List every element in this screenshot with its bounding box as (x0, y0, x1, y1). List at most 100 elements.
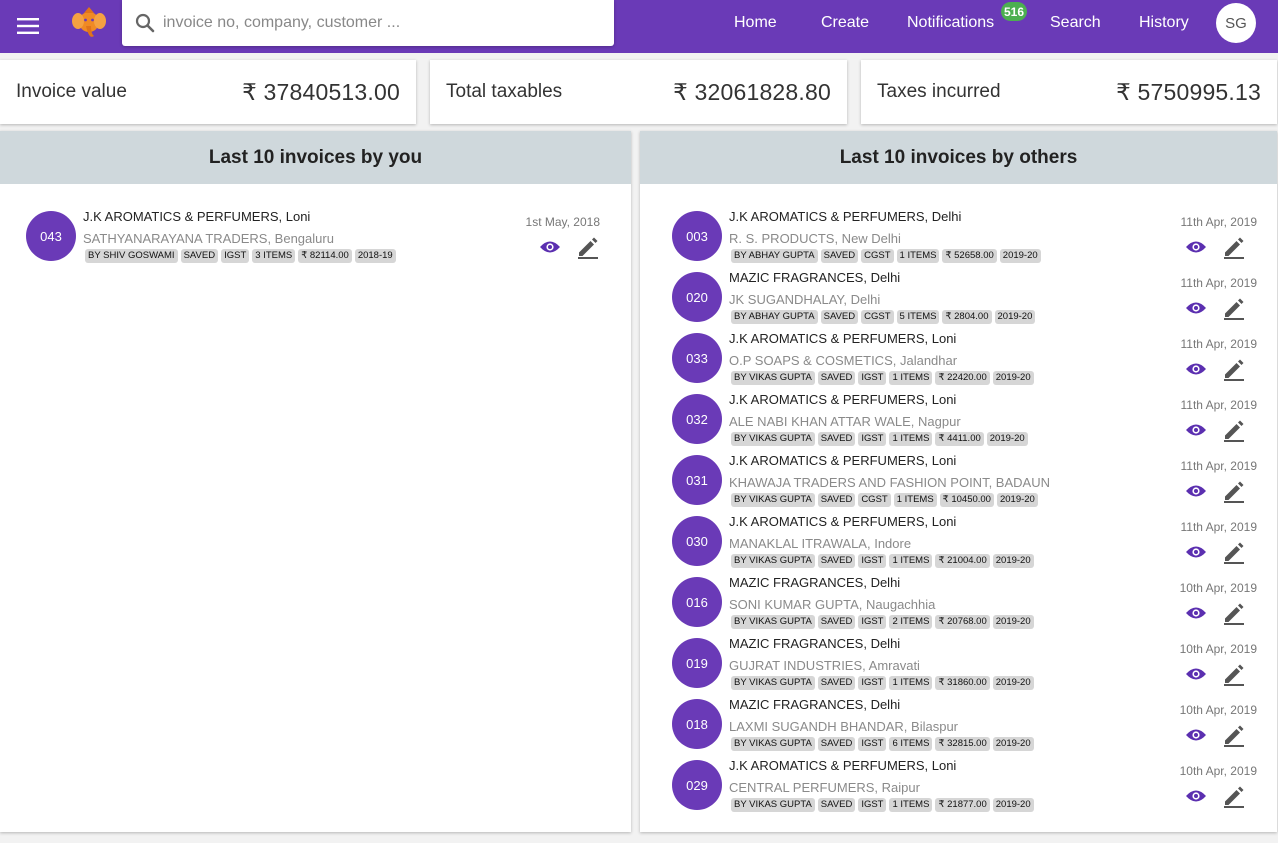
eye-icon[interactable] (1183, 783, 1209, 809)
search-icon[interactable] (135, 12, 157, 34)
invoice-chip: 1 ITEMS (893, 493, 937, 507)
invoice-chip: IGST (858, 554, 887, 568)
invoice-row[interactable]: 019 MAZIC FRAGRANCES, Delhi GUJRAT INDUSTR… (672, 636, 1257, 697)
invoice-chip: ₹ 20768.00 (935, 615, 990, 629)
invoice-chip: BY VIKAS GUPTA (731, 493, 815, 507)
invoice-chip: SAVED (817, 493, 856, 507)
pencil-icon[interactable] (1221, 356, 1247, 382)
invoice-number-avatar[interactable]: 018 (672, 699, 722, 749)
invoice-chips: BY ABHAY GUPTA SAVED CGST 5 ITEMS ₹ 2804.00 2… (731, 310, 1036, 324)
eye-icon[interactable] (1183, 539, 1209, 565)
invoice-chip: IGST (858, 676, 887, 690)
invoice-row[interactable]: 032 J.K AROMATICS & PERFUMERS, Loni ALE NA… (672, 392, 1257, 453)
eye-icon[interactable] (1183, 234, 1209, 260)
eye-icon[interactable] (1183, 600, 1209, 626)
invoice-chip: ₹ 22420.00 (935, 371, 990, 385)
invoice-chip: IGST (221, 249, 250, 263)
invoice-chip: 2019-20 (992, 798, 1034, 812)
nav-home[interactable]: Home (734, 0, 777, 46)
stat-card-invoice-value: Invoice value ₹ 37840513.00 (0, 60, 416, 124)
invoice-chip: 2019-20 (992, 676, 1034, 690)
invoice-number-avatar[interactable]: 030 (672, 516, 722, 566)
invoice-chip: BY ABHAY GUPTA (731, 249, 818, 263)
nav-create[interactable]: Create (821, 0, 869, 46)
invoice-chips: BY VIKAS GUPTA SAVED IGST 1 ITEMS ₹ 22420.00… (731, 371, 1034, 385)
eye-icon[interactable] (537, 234, 563, 260)
invoice-company: J.K AROMATICS & PERFUMERS, Loni (729, 331, 957, 346)
invoice-chip: ₹ 32815.00 (935, 737, 990, 751)
invoice-number-avatar[interactable]: 032 (672, 394, 722, 444)
invoice-date: 11th Apr, 2019 (1180, 520, 1257, 534)
invoice-chip: 2019-20 (986, 432, 1028, 446)
pencil-icon[interactable] (1221, 417, 1247, 443)
invoice-row[interactable]: 003 J.K AROMATICS & PERFUMERS, Delhi R. S.… (672, 209, 1257, 270)
pencil-icon[interactable] (1221, 600, 1247, 626)
invoice-chip: SAVED (180, 249, 219, 263)
pencil-icon[interactable] (1221, 661, 1247, 687)
invoice-row[interactable]: 016 MAZIC FRAGRANCES, Delhi SONI KUMAR GUP… (672, 575, 1257, 636)
invoice-company: MAZIC FRAGRANCES, Delhi (729, 697, 901, 712)
invoice-row[interactable]: 018 MAZIC FRAGRANCES, Delhi LAXMI SUGANDH … (672, 697, 1257, 758)
invoice-number-avatar[interactable]: 019 (672, 638, 722, 688)
invoice-customer: KHAWAJA TRADERS AND FASHION POINT, BADAU… (729, 475, 1050, 490)
invoice-number-avatar[interactable]: 043 (26, 211, 76, 261)
eye-icon[interactable] (1183, 295, 1209, 321)
invoice-row[interactable]: 031 J.K AROMATICS & PERFUMERS, Loni KHAWAJ… (672, 453, 1257, 514)
pencil-icon[interactable] (1221, 539, 1247, 565)
invoice-number-avatar[interactable]: 029 (672, 760, 722, 810)
eye-icon[interactable] (1183, 478, 1209, 504)
top-app-bar: Home Create Notifications 516 Search His… (0, 0, 1278, 53)
ganesha-logo-icon[interactable] (72, 6, 106, 42)
eye-icon[interactable] (1183, 417, 1209, 443)
invoice-row[interactable]: 020 MAZIC FRAGRANCES, Delhi JK SUGANDHALAY… (672, 270, 1257, 331)
invoice-chip: BY VIKAS GUPTA (731, 676, 815, 690)
invoice-date: 10th Apr, 2019 (1179, 581, 1257, 595)
invoice-row[interactable]: 029 J.K AROMATICS & PERFUMERS, Loni CENTRA… (672, 758, 1257, 819)
invoice-chips: BY VIKAS GUPTA SAVED IGST 1 ITEMS ₹ 21877.00… (731, 798, 1034, 812)
invoice-number-avatar[interactable]: 031 (672, 455, 722, 505)
pencil-icon[interactable] (575, 234, 601, 260)
invoice-number-avatar[interactable]: 020 (672, 272, 722, 322)
eye-icon[interactable] (1183, 356, 1209, 382)
pencil-icon[interactable] (1221, 478, 1247, 504)
eye-icon[interactable] (1183, 722, 1209, 748)
invoice-chip: 1 ITEMS (896, 249, 940, 263)
invoice-chip: ₹ 21004.00 (935, 554, 990, 568)
eye-icon[interactable] (1183, 661, 1209, 687)
invoice-date: 11th Apr, 2019 (1180, 337, 1257, 351)
invoice-customer: SONI KUMAR GUPTA, Naugachhia (729, 597, 936, 612)
pencil-icon[interactable] (1221, 295, 1247, 321)
stat-label: Total taxables (446, 81, 563, 102)
invoice-date: 1st May, 2018 (525, 215, 600, 229)
nav-history[interactable]: History (1139, 0, 1189, 46)
user-avatar[interactable]: SG (1216, 3, 1256, 43)
pencil-icon[interactable] (1221, 234, 1247, 260)
invoice-company: J.K AROMATICS & PERFUMERS, Loni (729, 453, 957, 468)
menu-icon[interactable] (14, 12, 42, 40)
invoice-chip: 2019-20 (992, 737, 1034, 751)
invoice-chips: BY VIKAS GUPTA SAVED CGST 1 ITEMS ₹ 10450.00… (731, 493, 1038, 507)
invoice-row[interactable]: 033 J.K AROMATICS & PERFUMERS, Loni O.P SO… (672, 331, 1257, 392)
stat-value: ₹ 5750995.13 (1116, 78, 1261, 105)
invoice-chip: 2019-20 (996, 493, 1038, 507)
search-input[interactable] (163, 14, 593, 32)
invoice-number-avatar[interactable]: 016 (672, 577, 722, 627)
pencil-icon[interactable] (1221, 783, 1247, 809)
invoice-chip: 2019-20 (992, 371, 1034, 385)
invoice-number-avatar[interactable]: 033 (672, 333, 722, 383)
invoice-chip: ₹ 2804.00 (942, 310, 992, 324)
nav-notifications[interactable]: Notifications (907, 0, 994, 46)
invoice-chip: 1 ITEMS (889, 554, 933, 568)
nav-search[interactable]: Search (1050, 0, 1101, 46)
invoice-chip: BY VIKAS GUPTA (731, 432, 815, 446)
invoice-chip: BY ABHAY GUPTA (731, 310, 818, 324)
invoice-chip: BY VIKAS GUPTA (731, 554, 815, 568)
invoice-row[interactable]: 030 J.K AROMATICS & PERFUMERS, Loni MANAKL… (672, 514, 1257, 575)
invoice-row[interactable]: 043 J.K AROMATICS & PERFUMERS, Loni SATHYA… (26, 209, 606, 270)
invoice-company: J.K AROMATICS & PERFUMERS, Loni (729, 758, 957, 773)
invoice-chip: ₹ 52658.00 (942, 249, 997, 263)
invoice-number-avatar[interactable]: 003 (672, 211, 722, 261)
invoice-company: MAZIC FRAGRANCES, Delhi (729, 575, 901, 590)
pencil-icon[interactable] (1221, 722, 1247, 748)
invoice-chip: BY VIKAS GUPTA (731, 737, 815, 751)
